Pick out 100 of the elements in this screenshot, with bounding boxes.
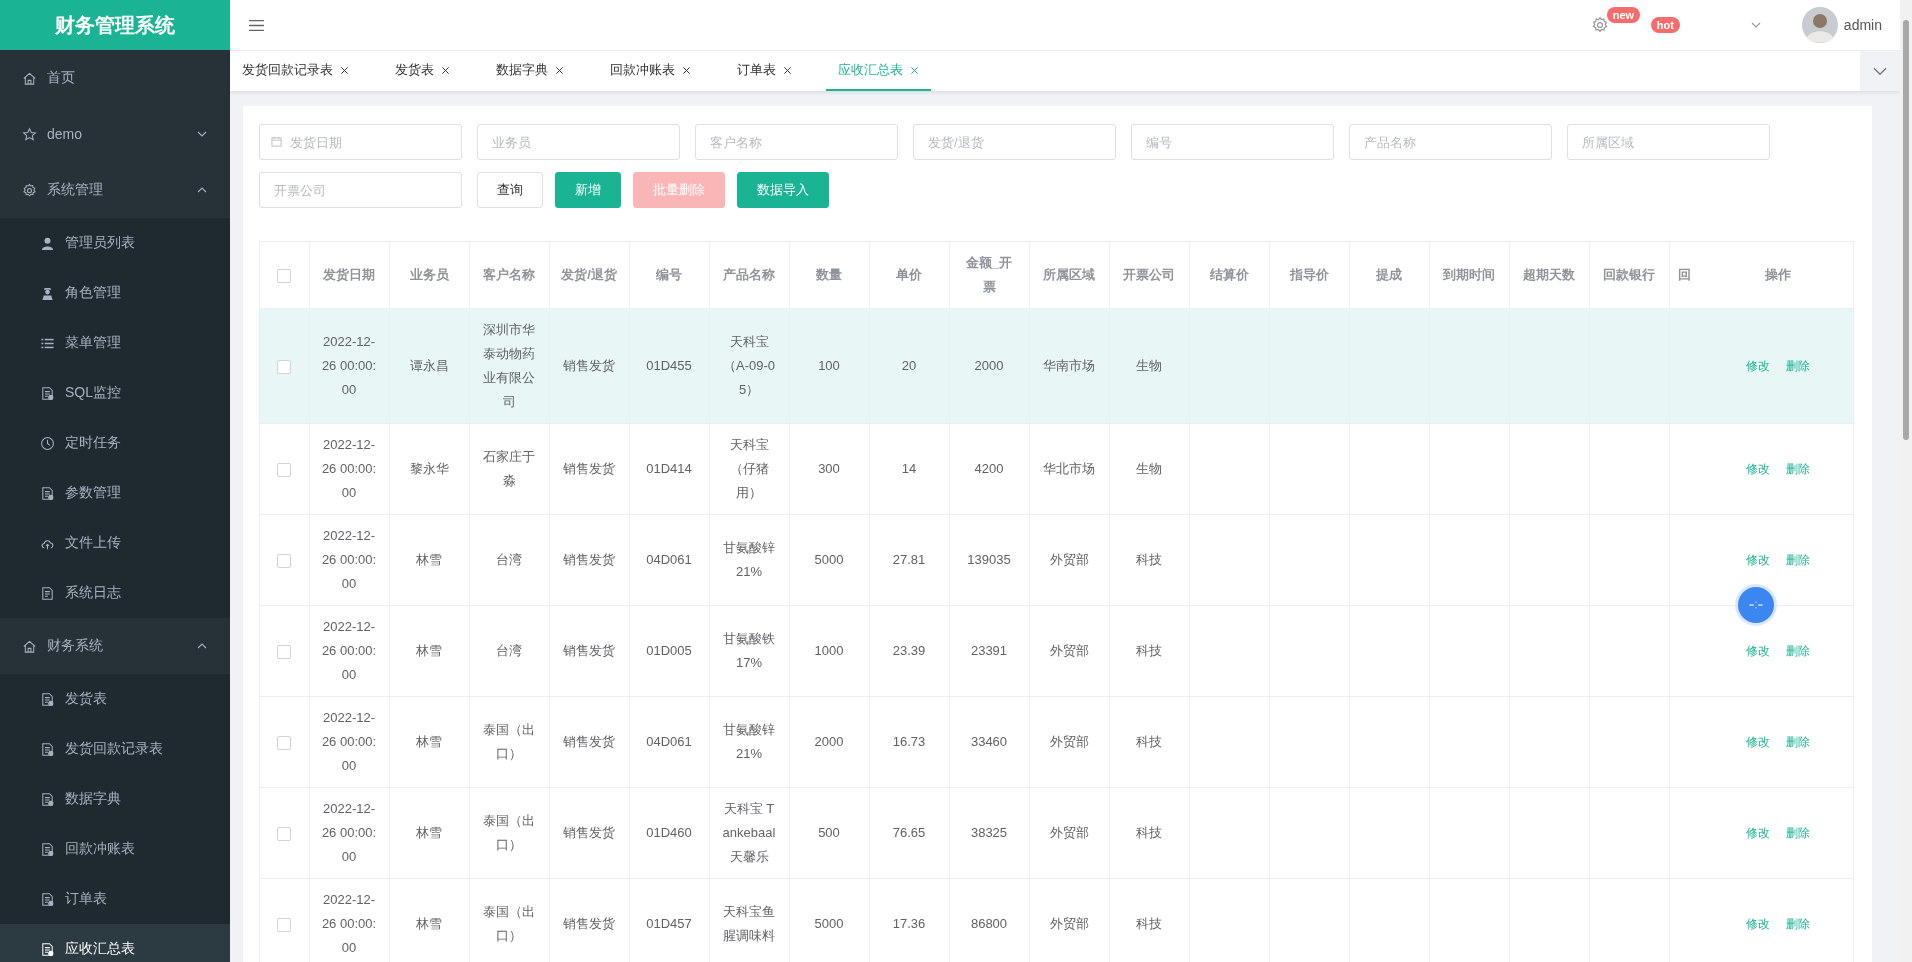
avatar-icon[interactable] [1801, 7, 1838, 43]
user-icon [40, 235, 55, 251]
checkbox[interactable] [277, 917, 292, 932]
table-cell: 科技 [1136, 916, 1162, 931]
table-cell: 外贸部 [1049, 552, 1089, 567]
close-icon[interactable] [783, 65, 792, 75]
table-cell: 5000 [814, 916, 844, 931]
table-cell: 天科宝（仔猪用） [729, 437, 769, 500]
table-cell: 2000 [814, 734, 844, 749]
input-field[interactable]: 客户名称 [695, 124, 898, 160]
checkbox[interactable] [277, 735, 292, 750]
tab[interactable]: 订单表 [725, 51, 804, 91]
table-cell: 外贸部 [1049, 825, 1089, 840]
checkbox[interactable] [277, 644, 292, 659]
input-field[interactable]: 发货日期 [259, 124, 462, 160]
table-cell: 01D414 [646, 461, 692, 476]
column-header: 发货日期 [323, 267, 375, 282]
checkbox[interactable] [277, 359, 292, 374]
sidebar-group[interactable]: 财务系统 [0, 618, 230, 674]
column-header: 产品名称 [723, 267, 775, 282]
sidebar-item[interactable]: 管理员列表 [0, 218, 230, 268]
table-cell: 林雪 [416, 825, 442, 840]
sidebar-group[interactable]: 系统管理 [0, 162, 230, 218]
column-header: 结算价 [1209, 267, 1249, 282]
table-cell: 林雪 [416, 734, 442, 749]
column-header: 编号 [656, 267, 682, 282]
input-field[interactable]: 开票公司 [259, 172, 462, 208]
column-header: 单价 [896, 267, 922, 282]
table-cell: 科技 [1136, 734, 1162, 749]
app-title: 财务管理系统 [0, 0, 230, 50]
table-cell: 林雪 [416, 552, 442, 567]
table-cell: 27.81 [892, 552, 926, 567]
table-cell: 销售发货 [563, 643, 615, 658]
gear-icon [22, 182, 37, 198]
table-cell: 76.65 [892, 825, 926, 840]
table-cell: 华北市场 [1043, 461, 1095, 476]
doc-icon [40, 585, 55, 601]
sidebar-item[interactable]: 参数管理 [0, 468, 230, 518]
column-header: 客户名称 [483, 267, 535, 282]
close-icon[interactable] [340, 65, 349, 75]
sidebar-group[interactable]: 首页 [0, 50, 230, 106]
table-cell: 泰国（出口） [483, 813, 535, 852]
table-cell: 2022-12-26 00:00:00 [321, 892, 377, 955]
settings-icon[interactable] [1590, 16, 1609, 34]
sidebar-item[interactable]: 文件上传 [0, 518, 230, 568]
sidebar-item[interactable]: 角色管理 [0, 268, 230, 318]
table-cell: 销售发货 [563, 916, 615, 931]
column-header: 业务员 [409, 267, 449, 282]
table-cell: 04D061 [646, 552, 692, 567]
action-button[interactable]: 查询 [477, 172, 543, 208]
user-name[interactable]: admin [1843, 17, 1882, 33]
table-cell: 2022-12-26 00:00:00 [321, 437, 377, 500]
clock-icon [40, 435, 55, 451]
tab[interactable]: 发货回款记录表 [230, 51, 361, 91]
column-header: 提成 [1376, 267, 1402, 282]
tab[interactable]: 发货表 [383, 51, 462, 91]
sidebar-item[interactable]: 菜单管理 [0, 318, 230, 368]
table-cell: 石家庄于淼 [483, 449, 535, 488]
sidebar-item[interactable]: 回款冲账表 [0, 824, 230, 874]
checkbox[interactable] [277, 826, 292, 841]
checkbox[interactable] [277, 268, 292, 283]
input-field[interactable]: 所属区域 [1567, 124, 1770, 160]
table-cell: 泰国（出口） [483, 904, 535, 943]
input-field[interactable]: 产品名称 [1349, 124, 1552, 160]
table-cell: 科技 [1136, 552, 1162, 567]
table-cell: 销售发货 [563, 461, 615, 476]
table-cell: 华南市场 [1043, 358, 1095, 373]
input-field[interactable]: 发货/退货 [913, 124, 1116, 160]
sidebar-item[interactable]: 系统日志 [0, 568, 230, 618]
table-cell: 甘氨酸铁17% [723, 631, 775, 670]
table-cell: 2022-12-26 00:00:00 [321, 528, 377, 591]
tab[interactable]: 回款冲账表 [598, 51, 703, 91]
tab[interactable]: 数据字典 [484, 51, 576, 91]
sidebar-item[interactable]: 数据字典 [0, 774, 230, 824]
sidebar-item[interactable]: 订单表 [0, 874, 230, 924]
table-cell: 86800 [970, 916, 1008, 931]
column-header: 开票公司 [1123, 267, 1175, 282]
table-cell: 17.36 [892, 916, 926, 931]
input-field[interactable]: 业务员 [477, 124, 680, 160]
table-cell: 2022-12-26 00:00:00 [321, 334, 377, 397]
scrollbar[interactable] [1900, 0, 1912, 962]
sidebar-item[interactable]: 定时任务 [0, 418, 230, 468]
sidebar-group[interactable]: demo [0, 106, 230, 162]
sidebar-item[interactable]: SQL监控 [0, 368, 230, 418]
column-header: 操作 [1765, 267, 1791, 282]
table-cell: 销售发货 [563, 358, 615, 373]
checkbox[interactable] [277, 553, 292, 568]
column-header: 发货/退货 [561, 267, 617, 282]
sidebar-item[interactable]: 发货回款记录表 [0, 724, 230, 774]
table-cell: 天科宝鱼腥调味料 [723, 904, 775, 943]
table-cell: 销售发货 [563, 552, 615, 567]
sidebar-item[interactable]: 应收汇总表 [0, 924, 230, 962]
close-icon[interactable] [441, 65, 450, 75]
sidebar-item[interactable]: 发货表 [0, 674, 230, 724]
close-icon[interactable] [682, 65, 691, 75]
checkbox[interactable] [277, 462, 292, 477]
close-icon[interactable] [555, 65, 564, 75]
new-badge: new [1606, 7, 1641, 23]
input-field[interactable]: 编号 [1131, 124, 1334, 160]
table-cell: 台湾 [496, 552, 522, 567]
